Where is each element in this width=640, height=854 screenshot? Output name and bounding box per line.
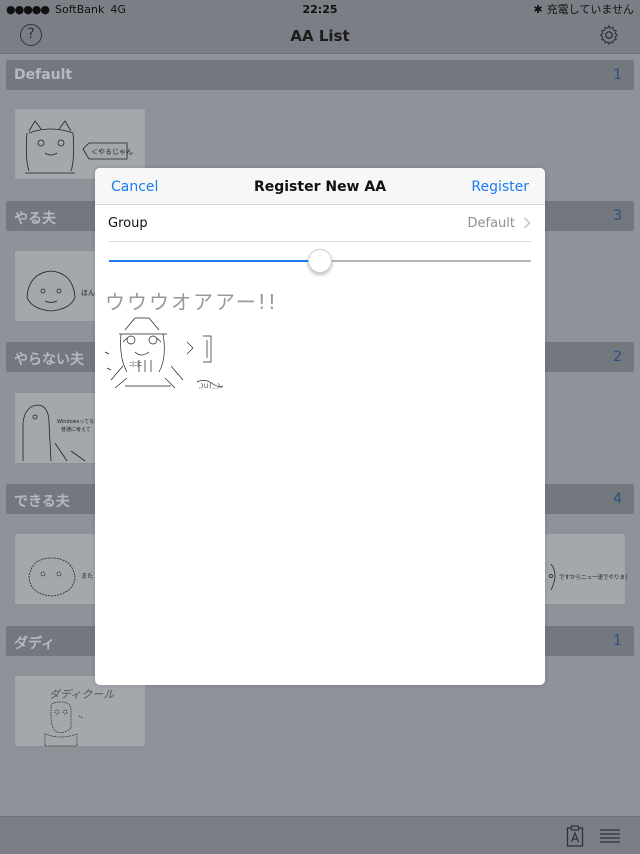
svg-text:ﾆ|ﾆ|ﾆ: ﾆ|ﾆ|ﾆ: [129, 361, 142, 368]
section-count: 4: [613, 491, 622, 507]
bluetooth-icon: ✱: [533, 2, 543, 16]
thumb-text: ＜やるじゃん: [91, 148, 133, 156]
group-value: Default: [467, 216, 516, 231]
clipboard-icon[interactable]: [566, 825, 584, 847]
aa-thumbnail[interactable]: ダディクール: [14, 675, 146, 747]
thumb-text: ですからニュー速でやりましょう: [559, 573, 627, 581]
list-menu-icon[interactable]: [600, 829, 620, 843]
section-count: 1: [613, 633, 622, 649]
signal-strength-icon: ●●●●●: [6, 2, 50, 16]
thumb-text: ダディクール: [49, 688, 115, 701]
section-count: 3: [613, 208, 622, 224]
battery-status: 充電していません: [546, 3, 634, 16]
page-title: AA List: [290, 27, 350, 45]
size-slider-fill: [109, 260, 320, 262]
size-slider-thumb[interactable]: [308, 249, 332, 273]
carrier-name: SoftBank: [55, 2, 105, 16]
cancel-button[interactable]: Cancel: [111, 179, 158, 195]
register-modal: Cancel Register New AA Register Group De…: [95, 168, 545, 685]
divider: [108, 241, 532, 242]
aa-art-preview[interactable]: ﾆ|ﾆ|ﾆ ,)Ｕ(＿)､: [101, 308, 241, 398]
section-title: やる夫: [14, 211, 56, 227]
section-title: ダディ: [14, 636, 56, 652]
navigation-bar: ? AA List: [0, 18, 640, 54]
section-count: 1: [613, 67, 622, 83]
group-label: Group: [108, 216, 148, 231]
section-title: できる夫: [14, 494, 70, 510]
thumb-text: 普通に考えて: [61, 426, 91, 433]
section-title: Default: [14, 67, 73, 83]
modal-header: Cancel Register New AA Register: [95, 168, 545, 205]
section-header-default[interactable]: Default 1: [6, 60, 634, 90]
register-button[interactable]: Register: [471, 179, 529, 195]
gear-icon[interactable]: [598, 24, 620, 46]
status-bar: ●●●●● SoftBank 4G 22:25 ✱ 充電していません: [0, 0, 640, 18]
group-selector-row[interactable]: Group Default: [95, 205, 545, 242]
chevron-right-icon: [523, 217, 531, 229]
svg-text:,)Ｕ(＿)､: ,)Ｕ(＿)､: [199, 383, 223, 390]
thumb-text: また: [81, 573, 93, 580]
section-title: やらない夫: [14, 352, 84, 368]
section-count: 2: [613, 349, 622, 365]
network-type: 4G: [110, 2, 126, 16]
bottom-toolbar: [0, 816, 640, 854]
